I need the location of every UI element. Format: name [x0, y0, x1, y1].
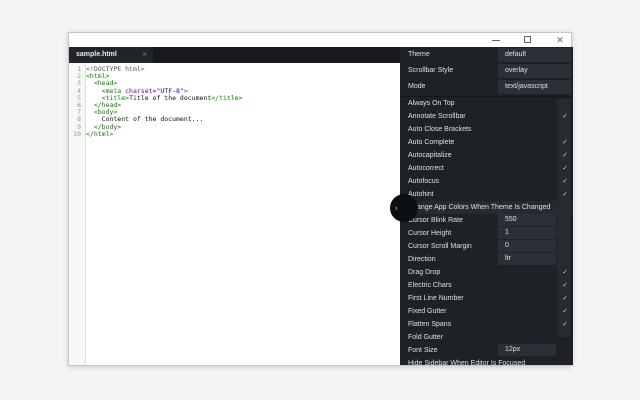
setting-dropdown[interactable]: overlay [498, 64, 571, 78]
setting-row-change-app-colors-when-theme-is-changed[interactable]: Change App Colors When Theme Is Changed [400, 201, 573, 214]
checkmark-icon: ✓ [562, 110, 568, 123]
checkmark-icon: ✓ [562, 292, 568, 305]
setting-input[interactable]: 12px [498, 344, 556, 356]
setting-label: Cursor Blink Rate [408, 214, 463, 227]
setting-label: Autofocus [408, 175, 439, 188]
setting-row-auto-close-brackets[interactable]: Auto Close Brackets [400, 123, 573, 136]
window-controls: ✕ [469, 33, 565, 47]
code-token: </html> [86, 130, 113, 138]
setting-row-hide-sidebar-when-editor-is-focused[interactable]: Hide Sidebar When Editor Is Focused [400, 357, 573, 365]
setting-label: Electric Chars [408, 279, 452, 292]
setting-label: Fold Gutter [408, 331, 443, 344]
close-icon[interactable]: ✕ [555, 33, 565, 47]
setting-row-autofocus[interactable]: Autofocus ✓ [400, 175, 573, 188]
setting-label: Auto Complete [408, 136, 454, 149]
setting-input[interactable]: 0 [498, 240, 556, 252]
setting-label: Mode [408, 79, 426, 95]
title-bar: ✕ [69, 33, 571, 47]
setting-dropdown[interactable]: default [498, 48, 571, 62]
code-line: 1<!DOCTYPE html> [69, 66, 400, 73]
setting-label: Fixed Gutter [408, 305, 447, 318]
setting-label: Auto Close Brackets [408, 123, 471, 136]
minimize-icon[interactable] [491, 33, 501, 47]
setting-row-autocorrect[interactable]: Autocorrect ✓ [400, 162, 573, 175]
setting-label: Cursor Height [408, 227, 451, 240]
setting-label: Scrollbar Style [408, 63, 453, 79]
setting-row-fold-gutter[interactable]: Fold Gutter [400, 331, 573, 344]
checkmark-icon: ✓ [562, 318, 568, 331]
tab-close-icon[interactable]: × [142, 47, 147, 63]
setting-row-flatten-spans[interactable]: Flatten Spans ✓ [400, 318, 573, 331]
setting-row-autocapitalize[interactable]: Autocapitalize ✓ [400, 149, 573, 162]
setting-row-drag-drop[interactable]: Drag Drop ✓ [400, 266, 573, 279]
setting-label: Always On Top [408, 97, 455, 110]
code-editor[interactable]: 1<!DOCTYPE html>2<html>3 <head>4 <meta c… [69, 63, 400, 365]
code-line: 2<html> [69, 73, 400, 80]
code-lines: 1<!DOCTYPE html>2<html>3 <head>4 <meta c… [69, 66, 400, 138]
checkmark-icon: ✓ [562, 188, 568, 201]
setting-label: Font Size [408, 344, 438, 357]
setting-label: Flatten Spans [408, 318, 451, 331]
setting-label: Change App Colors When Theme Is Changed [408, 201, 550, 214]
checkmark-icon: ✓ [562, 162, 568, 175]
settings-panel-toggle[interactable]: › [390, 194, 418, 222]
setting-row-cursor-blink-rate[interactable]: Cursor Blink Rate 550 [400, 214, 573, 227]
code-line: 6 </head> [69, 102, 400, 109]
checkmark-icon: ✓ [562, 305, 568, 318]
setting-row-electric-chars[interactable]: Electric Chars ✓ [400, 279, 573, 292]
setting-row-scrollbar-style: Scrollbar Style overlay [400, 63, 573, 79]
settings-panel: Theme default Scrollbar Style overlay Mode te… [400, 47, 573, 365]
setting-label: Direction [408, 253, 436, 266]
tab-sample-html[interactable]: sample.html × [69, 47, 153, 63]
setting-row-always-on-top[interactable]: Always On Top [400, 97, 573, 110]
setting-label: Autocapitalize [408, 149, 452, 162]
setting-dropdown[interactable]: text/javascript [498, 80, 571, 94]
setting-row-font-size[interactable]: Font Size 12px [400, 344, 573, 357]
tab-bar: sample.html × [69, 47, 400, 63]
setting-label: Theme [408, 47, 430, 63]
setting-row-cursor-scroll-margin[interactable]: Cursor Scroll Margin 0 [400, 240, 573, 253]
checkmark-icon: ✓ [562, 149, 568, 162]
dropdown-rows: Theme default Scrollbar Style overlay Mode te… [400, 47, 573, 95]
setting-row-theme: Theme default [400, 47, 573, 63]
code-token: Title of the document [129, 94, 211, 102]
tab-title: sample.html [76, 47, 117, 63]
setting-input[interactable]: ltr [498, 253, 556, 265]
code-token: </title> [211, 94, 242, 102]
code-line: 9 </body> [69, 124, 400, 131]
maximize-icon[interactable] [523, 33, 533, 47]
setting-row-cursor-height[interactable]: Cursor Height 1 [400, 227, 573, 240]
setting-label: Cursor Scroll Margin [408, 240, 472, 253]
setting-label: Hide Sidebar When Editor Is Focused [408, 357, 525, 365]
checkmark-icon: ✓ [562, 266, 568, 279]
setting-row-mode: Mode text/javascript [400, 79, 573, 95]
chevron-right-icon: › [395, 204, 398, 213]
code-line: 10</html> [69, 131, 400, 138]
setting-row-fixed-gutter[interactable]: Fixed Gutter ✓ [400, 305, 573, 318]
setting-label: Annotate Scrollbar [408, 110, 466, 123]
option-rows: Always On TopAnnotate Scrollbar ✓ Auto Clo… [400, 97, 573, 365]
checkmark-icon: ✓ [562, 279, 568, 292]
setting-row-auto-complete[interactable]: Auto Complete ✓ [400, 136, 573, 149]
setting-row-direction[interactable]: Direction ltr [400, 253, 573, 266]
setting-input[interactable]: 550 [498, 214, 556, 226]
setting-label: First Line Number [408, 292, 464, 305]
checkmark-icon: ✓ [562, 136, 568, 149]
setting-row-annotate-scrollbar[interactable]: Annotate Scrollbar ✓ [400, 110, 573, 123]
checkmark-icon: ✓ [562, 175, 568, 188]
setting-input[interactable]: 1 [498, 227, 556, 239]
setting-label: Autocorrect [408, 162, 444, 175]
setting-label: Drag Drop [408, 266, 440, 279]
setting-row-first-line-number[interactable]: First Line Number ✓ [400, 292, 573, 305]
app-window: ✕ sample.html × 1<!DOCTYPE html>2<html>3… [68, 32, 572, 366]
line-number: 10 [69, 131, 86, 138]
setting-row-autohint[interactable]: Autohint✓ [400, 188, 573, 201]
